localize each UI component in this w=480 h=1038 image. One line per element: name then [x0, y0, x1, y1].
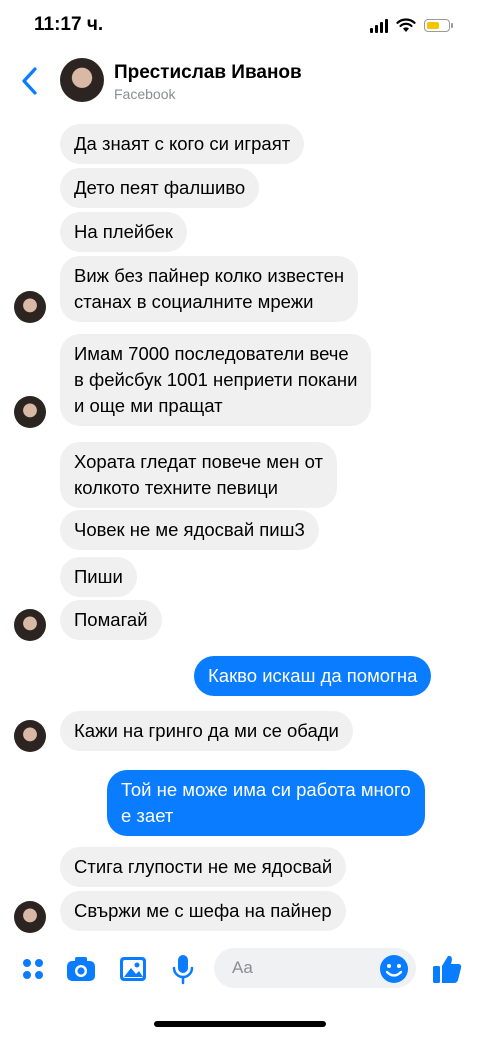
- battery-level: [427, 22, 439, 29]
- message-bubble-incoming[interactable]: Свържи ме с шефа на пайнер: [60, 891, 346, 931]
- message-bubble-incoming[interactable]: Стига глупости не ме ядосвай: [60, 847, 347, 887]
- contact-avatar[interactable]: [60, 58, 104, 102]
- emoji-icon[interactable]: [378, 953, 410, 985]
- sender-avatar[interactable]: [14, 609, 46, 641]
- status-bar: 11:17 ч.: [0, 0, 480, 48]
- wifi-icon: [396, 18, 416, 32]
- message-bubble-incoming[interactable]: Виж без пайнер колко известен станах в с…: [60, 256, 359, 322]
- photo-icon[interactable]: [116, 952, 150, 986]
- message-bubble-outgoing[interactable]: Какво искаш да помогна: [194, 656, 432, 696]
- contact-name[interactable]: Престислав Иванов: [114, 62, 302, 84]
- message-bubble-incoming[interactable]: Помагай: [60, 600, 162, 640]
- thumbs-up-icon[interactable]: [430, 952, 464, 986]
- camera-icon[interactable]: [64, 952, 98, 986]
- message-list[interactable]: Да знаят с кого си играят Дето пеят фалш…: [0, 114, 480, 938]
- home-indicator[interactable]: [154, 1021, 326, 1027]
- battery-icon: [424, 19, 453, 32]
- status-time: 11:17 ч.: [34, 14, 104, 35]
- message-bubble-incoming[interactable]: Хората гледат повече мен от колкото техн…: [60, 442, 337, 508]
- message-bubble-incoming[interactable]: Да знаят с кого си играят: [60, 124, 305, 164]
- signal-icon: [370, 18, 388, 33]
- message-bubble-incoming[interactable]: На плейбек: [60, 212, 187, 252]
- conversation-header: Престислав Иванов Facebook: [0, 48, 480, 114]
- sender-avatar[interactable]: [14, 720, 46, 752]
- message-bubble-incoming[interactable]: Човек не ме ядосвай пиш3: [60, 510, 319, 550]
- sender-avatar[interactable]: [14, 396, 46, 428]
- menu-dots-icon[interactable]: [16, 952, 50, 986]
- chevron-left-icon[interactable]: [16, 64, 44, 98]
- message-bubble-incoming[interactable]: Имам 7000 последователи вече в фейсбук 1…: [60, 334, 372, 426]
- message-bubble-incoming[interactable]: Кажи на гринго да ми се обади: [60, 711, 353, 751]
- message-input-placeholder: Aa: [232, 958, 253, 977]
- composer-bar: Aa: [0, 938, 480, 1002]
- microphone-icon[interactable]: [166, 952, 200, 986]
- contact-subtitle: Facebook: [114, 86, 176, 102]
- message-bubble-outgoing[interactable]: Той не може има си работа много е зает: [107, 770, 425, 836]
- sender-avatar[interactable]: [14, 291, 46, 323]
- message-bubble-incoming[interactable]: Дето пеят фалшиво: [60, 168, 260, 208]
- sender-avatar[interactable]: [14, 901, 46, 933]
- message-bubble-incoming[interactable]: Пиши: [60, 557, 137, 597]
- status-icons: [370, 18, 453, 33]
